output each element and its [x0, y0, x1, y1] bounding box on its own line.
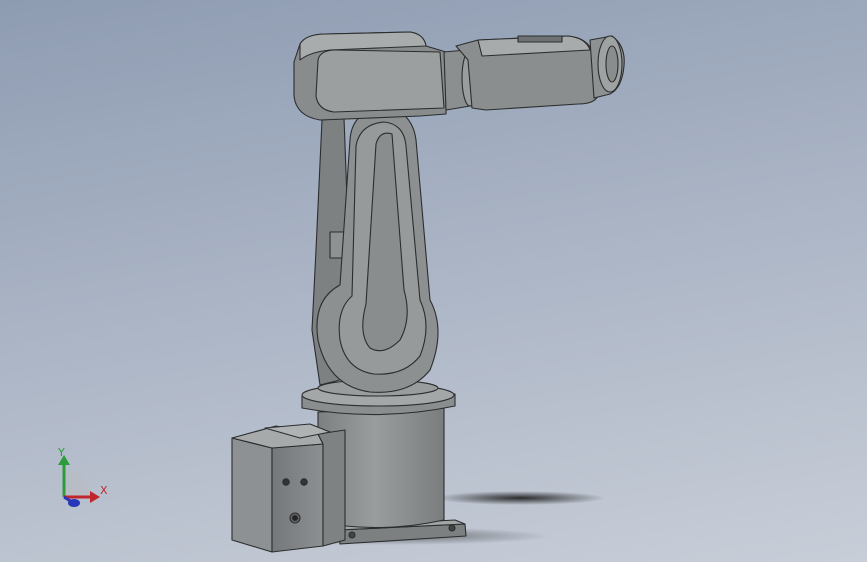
- robot-arm-model[interactable]: [231, 31, 625, 553]
- x-axis-arrowhead: [90, 491, 100, 503]
- controller-box[interactable]: [231, 423, 346, 553]
- cad-graphics-viewport[interactable]: Y X: [0, 0, 867, 562]
- upper-arm-housing[interactable]: [293, 31, 447, 121]
- y-axis-label: Y: [57, 446, 65, 459]
- forearm-link[interactable]: [455, 35, 599, 111]
- z-axis-arrowhead: [68, 499, 80, 507]
- x-axis-label: X: [100, 484, 108, 497]
- end-effector-flange[interactable]: [589, 35, 625, 99]
- coordinate-triad[interactable]: Y X: [57, 446, 108, 507]
- triad-plane-indicator: [64, 471, 90, 497]
